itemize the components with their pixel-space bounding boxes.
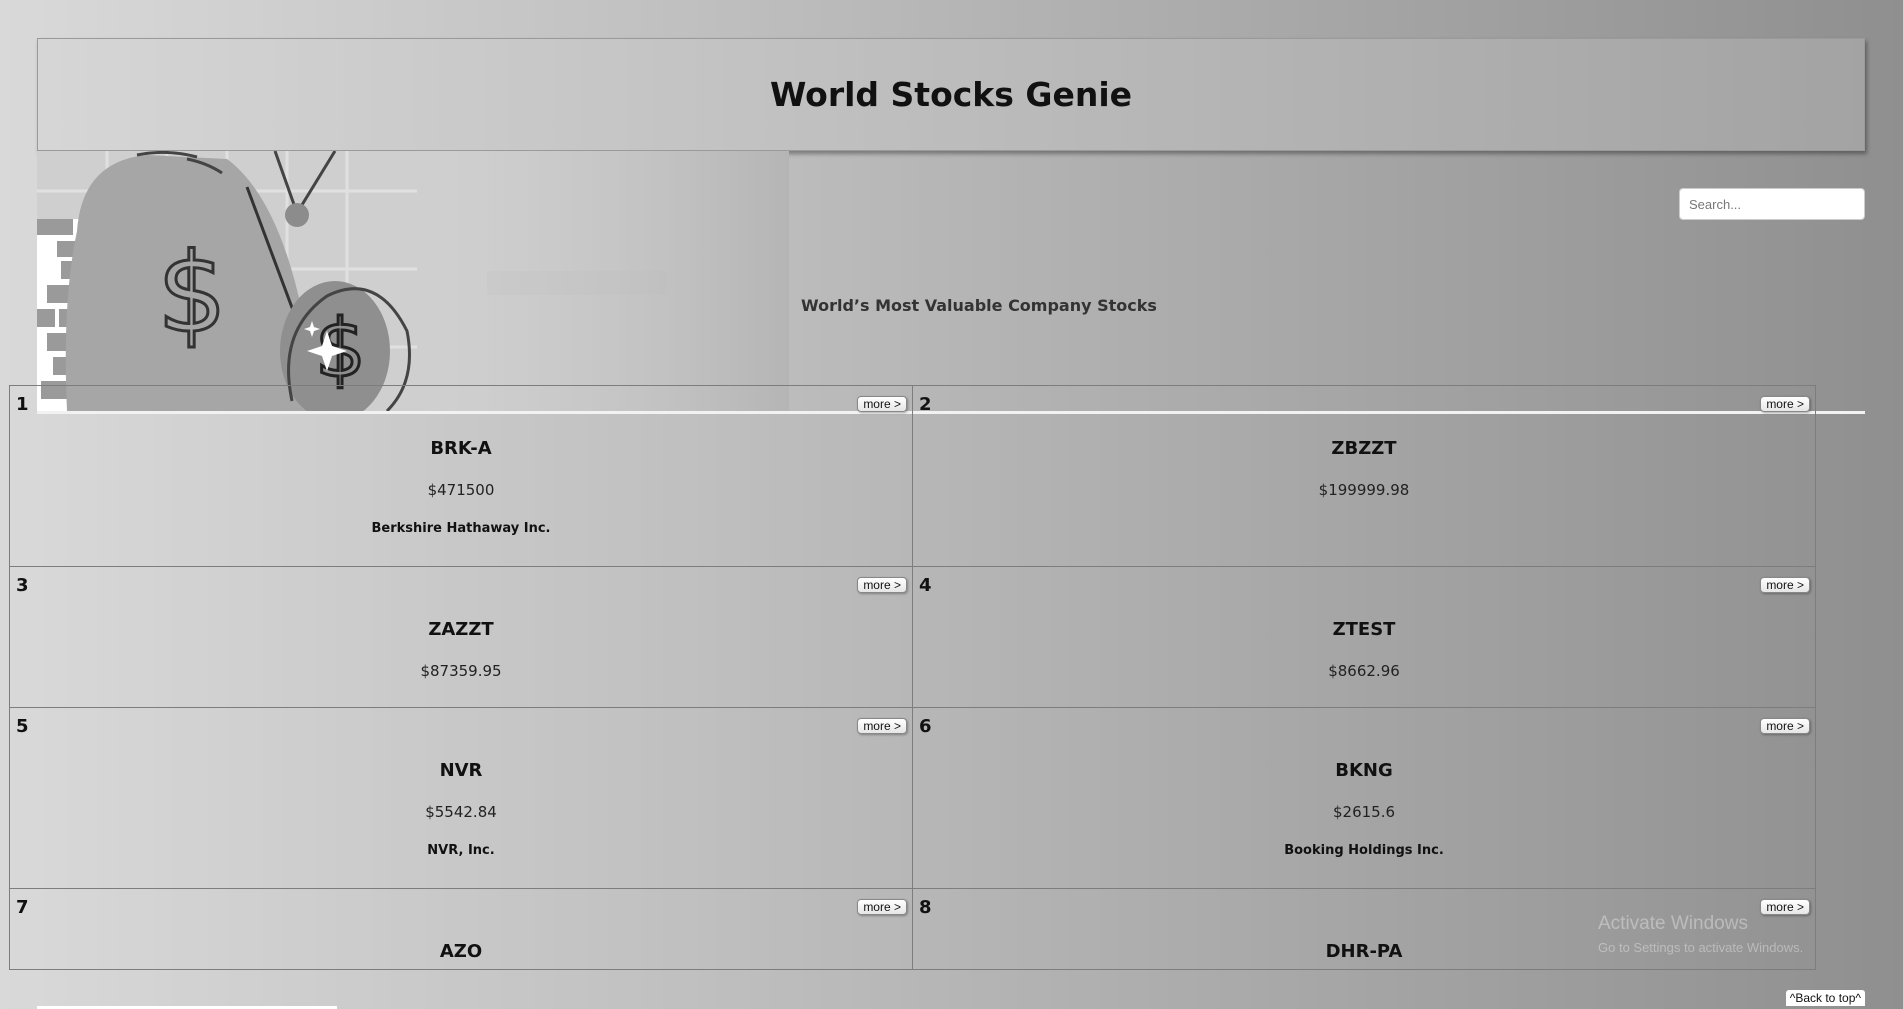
hero-illustration: $ $ [37,151,789,411]
company-name: NVR, Inc. [427,843,495,858]
site-title: World Stocks Genie [769,75,1133,114]
stock-price: $87359.95 [420,662,502,680]
more-button[interactable]: more > [857,718,907,734]
stock-ticker: BRK-A [430,438,492,459]
watermark-subtitle: Go to Settings to activate Windows. [1598,940,1804,955]
os-activation-watermark: Activate Windows Go to Settings to activ… [1598,913,1803,955]
stock-ticker: ZAZZT [428,619,494,640]
stock-rank: 1 [16,394,29,415]
stock-card: 6 more > BKNG $2615.6 Booking Holdings I… [912,707,1816,889]
search-input[interactable] [1679,188,1865,220]
stock-ticker: NVR [439,760,483,781]
back-to-top-link[interactable]: ^Back to top^ [1785,990,1865,1006]
stock-price: $471500 [427,481,495,499]
stock-rank: 7 [16,897,29,918]
stock-card: 7 more > AZO [9,888,913,970]
hero-banner: $ $ World’s Most Valuable Company Stocks [37,151,1865,414]
stock-card: 4 more > ZTEST $8662.96 [912,566,1816,708]
stock-ticker: BKNG [1335,760,1393,781]
company-name: Booking Holdings Inc. [1284,843,1444,858]
more-button[interactable]: more > [1760,577,1810,593]
site-header: World Stocks Genie [37,38,1865,151]
page-container: World Stocks Genie World’s Most Valuable… [37,38,1865,414]
more-button[interactable]: more > [1760,718,1810,734]
stock-ticker: AZO [439,941,483,962]
more-button[interactable]: more > [857,396,907,412]
stock-card: 1 more > BRK-A $471500 Berkshire Hathawa… [9,385,913,567]
stock-card: 2 more > ZBZZT $199999.98 [912,385,1816,567]
stock-rank: 4 [919,575,932,596]
stock-grid: 1 more > BRK-A $471500 Berkshire Hathawa… [9,385,1816,970]
more-button[interactable]: more > [857,577,907,593]
company-name: Berkshire Hathaway Inc. [371,521,551,536]
stock-ticker: ZBZZT [1331,438,1397,459]
stock-ticker: ZTEST [1332,619,1396,640]
stock-price: $5542.84 [425,803,497,821]
stock-rank: 2 [919,394,932,415]
stock-rank: 3 [16,575,29,596]
stock-card: 5 more > NVR $5542.84 NVR, Inc. [9,707,913,889]
stock-card: 3 more > ZAZZT $87359.95 [9,566,913,708]
money-bag-icon: $ $ [37,151,789,411]
hero-tagline: World’s Most Valuable Company Stocks [801,296,1157,315]
more-button[interactable]: more > [857,899,907,915]
more-button[interactable]: more > [1760,396,1810,412]
stock-rank: 5 [16,716,29,737]
watermark-title: Activate Windows [1598,913,1748,934]
stock-price: $199999.98 [1318,481,1410,499]
stock-rank: 8 [919,897,932,918]
stock-price: $2615.6 [1332,803,1396,821]
stock-price: $8662.96 [1328,662,1400,680]
stock-rank: 6 [919,716,932,737]
